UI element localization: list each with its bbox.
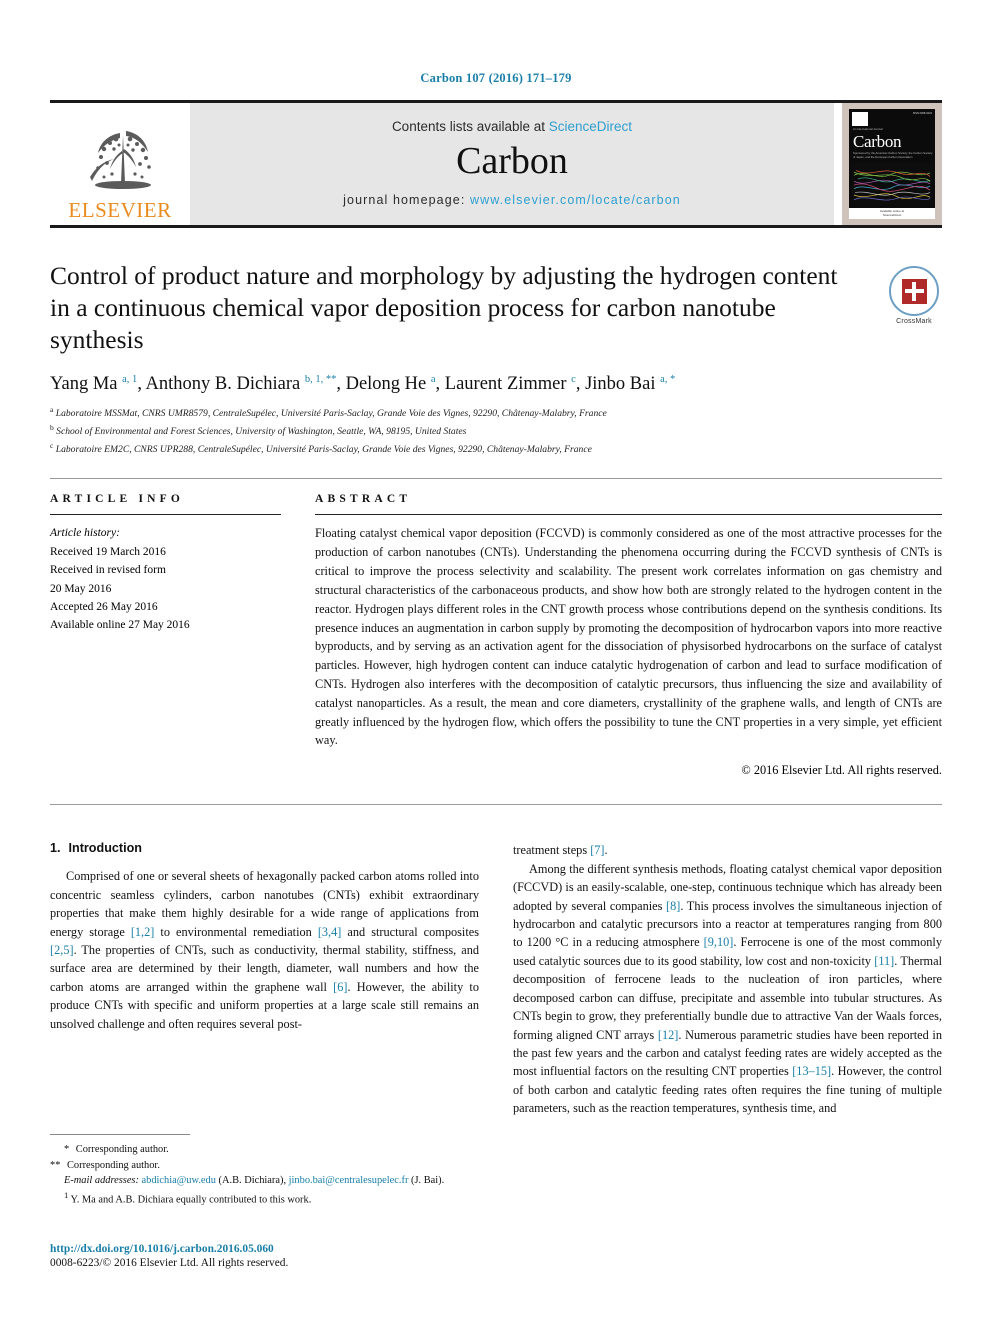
- cover-supertitle: An International Journal: [853, 127, 883, 131]
- elsevier-logo: ELSEVIER: [50, 103, 190, 225]
- journal-article-page: Carbon 107 (2016) 171–179 ELSEVIER Conte…: [0, 0, 992, 1323]
- affiliation-text-a: Laboratoire MSSMat, CNRS UMR8579, Centra…: [55, 408, 607, 420]
- affiliation-list: a Laboratoire MSSMat, CNRS UMR8579, Cent…: [50, 404, 942, 458]
- crossmark-badge-group[interactable]: CrossMark: [886, 266, 942, 325]
- article-history-item: 20 May 2016: [50, 582, 112, 595]
- footnotes-block: * Corresponding author. ** Corresponding…: [50, 1134, 480, 1208]
- cover-footer-line2: ScienceDirect: [882, 213, 902, 218]
- doi-block: http://dx.doi.org/10.1016/j.carbon.2016.…: [50, 1243, 490, 1269]
- intro-paragraph-left: Comprised of one or several sheets of he…: [50, 869, 479, 1031]
- affiliation-marker-c: c: [50, 441, 54, 451]
- body-column-left: 1. Introduction Comprised of one or sever…: [50, 841, 479, 1118]
- abstract-bottom-rule: [50, 804, 942, 806]
- article-info-column: ARTICLE INFO Article history: Received 1…: [50, 493, 315, 778]
- article-history-label: Article history:: [50, 527, 120, 540]
- footnote-equal-contribution: 1 Y. Ma and A.B. Dichiara equally contri…: [64, 1189, 312, 1206]
- author-list: Yang Ma a, 1, Anthony B. Dichiara b, 1, …: [50, 374, 676, 395]
- article-history-item: Received in revised form: [50, 564, 166, 577]
- article-info-rule: [50, 514, 281, 516]
- abstract-body: Floating catalyst chemical vapor deposit…: [315, 526, 942, 748]
- homepage-prefix: journal homepage:: [343, 193, 470, 208]
- contents-available-line: Contents lists available at ScienceDirec…: [392, 119, 632, 134]
- cover-subtitle: Sponsored by the American Carbon Society…: [853, 151, 933, 160]
- affiliation-a: a Laboratoire MSSMat, CNRS UMR8579, Cent…: [50, 404, 942, 422]
- journal-homepage-line: journal homepage: www.elsevier.com/locat…: [343, 193, 681, 207]
- affiliation-b: b School of Environmental and Forest Sci…: [50, 422, 942, 440]
- journal-cover-thumbnail: ISSN 0008-6223 An International Journal …: [842, 103, 942, 225]
- footnote-rule: [50, 1134, 190, 1135]
- footnote-emails[interactable]: E-mail addresses: abdichia@uw.edu (A.B. …: [50, 1173, 480, 1189]
- intro-continuation: treatment steps [7].: [513, 843, 608, 858]
- contents-prefix: Contents lists available at: [391, 118, 549, 134]
- crossmark-label: CrossMark: [896, 318, 932, 325]
- article-history-item: Received 19 March 2016: [50, 545, 166, 558]
- doi-link[interactable]: http://dx.doi.org/10.1016/j.carbon.2016.…: [50, 1243, 490, 1255]
- section-title: Introduction: [68, 841, 142, 856]
- paper-title: Control of product nature and morphology…: [50, 261, 838, 355]
- article-history-item: Accepted 26 May 2016: [50, 601, 158, 614]
- issn-copyright-line: 0008-6223/© 2016 Elsevier Ltd. All right…: [50, 1257, 289, 1269]
- footnote-corresponding-1: * Corresponding author.: [64, 1144, 169, 1155]
- running-head: Carbon 107 (2016) 171–179: [420, 71, 572, 85]
- body-column-right: treatment steps [7]. Among the different…: [513, 841, 942, 1118]
- cover-artwork: [852, 162, 932, 206]
- affiliation-c: c Laboratoire EM2C, CNRS UPR288, Central…: [50, 440, 942, 458]
- sciencedirect-link[interactable]: ScienceDirect: [549, 119, 632, 134]
- footnote-corresponding-2: ** Corresponding author.: [50, 1159, 160, 1171]
- article-history-item: Available online 27 May 2016: [50, 619, 190, 632]
- crossmark-icon[interactable]: [889, 266, 939, 316]
- info-abstract-row: ARTICLE INFO Article history: Received 1…: [50, 479, 942, 778]
- elsevier-tree-icon: [74, 119, 166, 199]
- cover-elsevier-mark: [852, 112, 868, 126]
- affiliation-text-c: Laboratoire EM2C, CNRS UPR288, CentraleS…: [55, 444, 592, 456]
- abstract-copyright: © 2016 Elsevier Ltd. All rights reserved…: [741, 763, 942, 778]
- journal-masthead: ELSEVIER Contents lists available at Sci…: [50, 103, 942, 225]
- section-heading-introduction: 1. Introduction: [50, 841, 479, 855]
- journal-band: Contents lists available at ScienceDirec…: [190, 103, 834, 225]
- elsevier-wordmark: ELSEVIER: [68, 198, 172, 222]
- journal-title: Carbon: [456, 139, 568, 182]
- body-columns: 1. Introduction Comprised of one or sever…: [50, 841, 942, 1118]
- cover-title: Carbon: [853, 132, 902, 152]
- article-info-heading: ARTICLE INFO: [50, 493, 185, 506]
- journal-homepage-link[interactable]: www.elsevier.com/locate/carbon: [470, 193, 681, 207]
- cover-issn: ISSN 0008-6223: [912, 112, 932, 115]
- title-block: Control of product nature and morphology…: [50, 228, 942, 458]
- abstract-heading: ABSTRACT: [315, 493, 412, 506]
- affiliation-marker-a: a: [50, 405, 54, 415]
- abstract-column: ABSTRACT Floating catalyst chemical vapo…: [315, 493, 942, 778]
- abstract-rule: [315, 514, 942, 516]
- affiliation-marker-b: b: [50, 423, 54, 433]
- affiliation-text-b: School of Environmental and Forest Scien…: [56, 426, 467, 438]
- intro-paragraph-right: Among the different synthesis methods, f…: [513, 861, 942, 1116]
- section-number: 1.: [50, 841, 61, 856]
